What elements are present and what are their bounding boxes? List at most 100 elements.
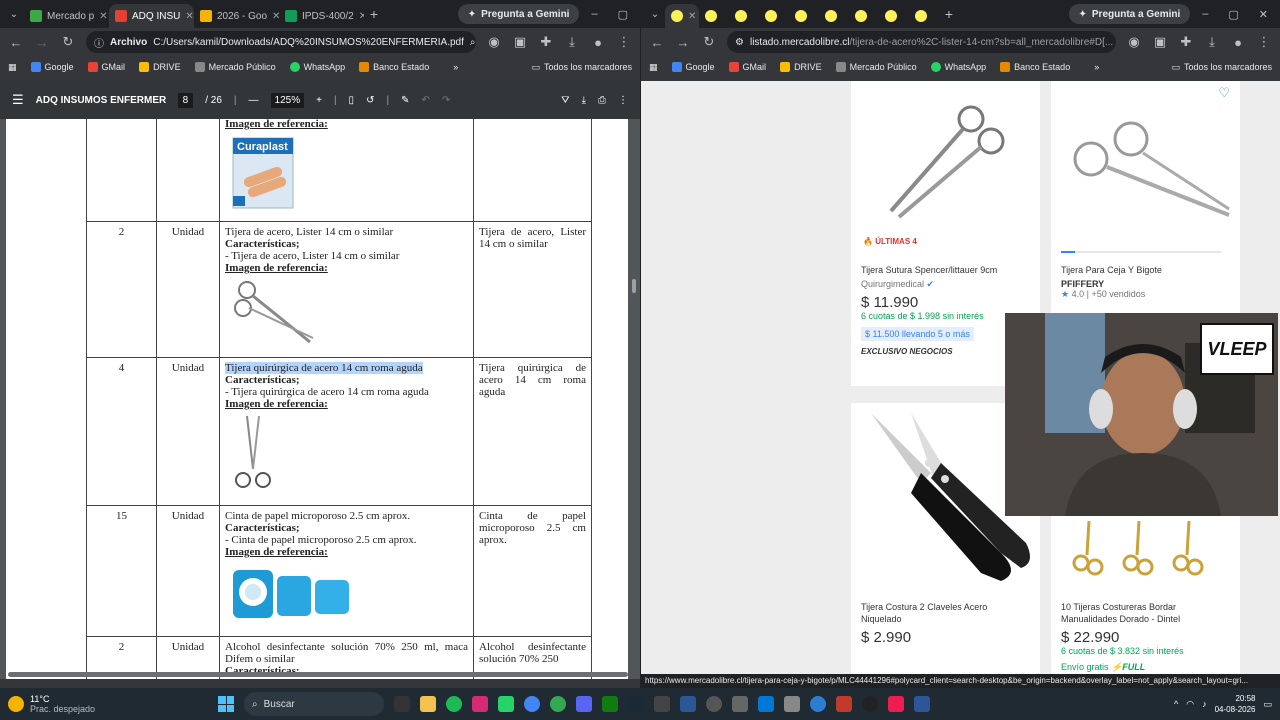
tiktok-icon[interactable]	[888, 696, 904, 712]
chrome-profile-icon[interactable]	[550, 696, 566, 712]
zoom-out-icon[interactable]: —	[249, 95, 259, 106]
extension-icon[interactable]: ◉	[1126, 34, 1142, 50]
volume-icon[interactable]: ♪	[1202, 699, 1207, 709]
all-bookmarks-folder[interactable]: ▭ Todos los marcadores	[531, 62, 632, 73]
more-options-icon[interactable]: ⋮	[618, 95, 628, 106]
app-icon[interactable]	[784, 696, 800, 712]
annotate-icon[interactable]: ✎	[401, 95, 409, 106]
new-tab-button[interactable]: +	[939, 6, 959, 22]
bookmark-google[interactable]: Google	[30, 62, 74, 72]
redo-icon[interactable]: ↷	[442, 95, 450, 106]
notifications-icon[interactable]: ▭	[1263, 699, 1272, 710]
product-title[interactable]: 10 Tijeras Costureras Bordar Manualidade…	[1061, 601, 1230, 625]
profile-avatar[interactable]: ●	[1230, 35, 1246, 50]
close-tab-icon[interactable]: ✕	[688, 11, 696, 22]
reload-icon[interactable]: ↻	[60, 34, 76, 50]
minimize-icon[interactable]: –	[1202, 8, 1208, 21]
tab-mercadolibre[interactable]	[819, 4, 849, 28]
menu-kebab-icon[interactable]: ⋮	[616, 34, 632, 50]
start-windows-icon[interactable]	[218, 696, 234, 712]
new-tab-button[interactable]: +	[364, 6, 384, 22]
download-pdf-icon[interactable]: ⤓	[582, 95, 586, 106]
app-icon[interactable]	[836, 696, 852, 712]
zoom-icon[interactable]: ⌕	[470, 37, 476, 48]
xbox-icon[interactable]	[602, 696, 618, 712]
download-icon[interactable]: ⤓	[564, 34, 580, 50]
tab-search-icon[interactable]: ⌄	[645, 9, 665, 20]
weather-widget[interactable]: 11°C Prac. despejado	[8, 694, 208, 714]
tab-mercadolibre[interactable]	[759, 4, 789, 28]
bookmark-mercado-publico[interactable]: Mercado Público	[194, 62, 276, 72]
apps-icon[interactable]: ▦	[649, 62, 658, 73]
product-title[interactable]: Tijera Sutura Spencer/littauer 9cm	[861, 264, 1030, 276]
bookmark-whatsapp[interactable]: WhatsApp	[289, 62, 345, 72]
wifi-icon[interactable]: ◠	[1186, 699, 1194, 710]
gemini-button[interactable]: ✦ Pregunta a Gemini	[1068, 4, 1191, 24]
close-tab-icon[interactable]: ✕	[272, 11, 279, 22]
fit-page-icon[interactable]: ▯	[349, 95, 355, 106]
profile-avatar[interactable]: ●	[590, 35, 606, 50]
epic-games-icon[interactable]	[654, 696, 670, 712]
close-tab-icon[interactable]: ✕	[99, 11, 107, 22]
apps-icon[interactable]: ▦	[8, 62, 17, 73]
tab-mercado[interactable]: Mercado p ✕	[24, 4, 109, 28]
task-view-icon[interactable]	[394, 696, 410, 712]
tab-2026-google[interactable]: 2026 - Goo ✕	[194, 4, 279, 28]
tab-mercadolibre-active[interactable]: ✕	[665, 4, 699, 28]
menu-kebab-icon[interactable]: ⋮	[1256, 34, 1272, 50]
tray-overflow-icon[interactable]: ^	[1174, 699, 1178, 709]
instagram-icon[interactable]	[472, 696, 488, 712]
forward-icon[interactable]: →	[34, 35, 50, 50]
tab-adq-insumos[interactable]: ADQ INSU ✕	[109, 4, 194, 28]
more-bookmarks-icon[interactable]: »	[453, 62, 458, 72]
bookmark-drive[interactable]: DRIVE	[139, 62, 181, 72]
print-icon[interactable]: ⎙	[598, 95, 606, 106]
highlighted-item-name[interactable]: Tijera quirúrgica de acero 14 cm roma ag…	[225, 362, 423, 374]
bookmark-banco-estado[interactable]: Banco Estado	[359, 62, 429, 72]
vertical-scrollbar-thumb[interactable]	[632, 279, 636, 293]
more-bookmarks-icon[interactable]: »	[1094, 62, 1099, 72]
app-icon[interactable]	[732, 696, 748, 712]
undo-icon[interactable]: ↶	[421, 95, 429, 106]
close-tab-icon[interactable]: ✕	[185, 11, 193, 22]
minimize-icon[interactable]: –	[591, 8, 597, 21]
favorite-heart-icon[interactable]: ♡	[1218, 85, 1230, 101]
tab-search-icon[interactable]: ⌄	[4, 9, 24, 20]
address-bar[interactable]: ⓘ Archivo C:/Users/kamil/Downloads/ADQ%2…	[86, 31, 476, 53]
product-card[interactable]: ♡ Tijera Para Ceja Y Bigote PFIFFERY ★ 4…	[1051, 81, 1240, 321]
pdf-viewport[interactable]: Imagen de referencia: Curaplast 2 Unidad…	[0, 119, 640, 679]
bookmark-drive[interactable]: DRIVE	[780, 62, 822, 72]
address-bar[interactable]: ⚙ listado.mercadolibre.cl/tijera-de-acer…	[727, 31, 1116, 53]
hamburger-menu-icon[interactable]: ☰	[12, 92, 24, 108]
app-icon[interactable]	[680, 696, 696, 712]
app-icon[interactable]	[706, 696, 722, 712]
file-explorer-icon[interactable]	[420, 696, 436, 712]
maximize-icon[interactable]: ▢	[1228, 8, 1238, 21]
tab-mercadolibre[interactable]	[879, 4, 909, 28]
product-image[interactable]: ♡	[1051, 81, 1240, 256]
steam-icon[interactable]	[628, 696, 644, 712]
extension-icon[interactable]: ◉	[486, 34, 502, 50]
bookmark-whatsapp[interactable]: WhatsApp	[930, 62, 986, 72]
tab-mercadolibre[interactable]	[729, 4, 759, 28]
back-icon[interactable]: ←	[649, 35, 665, 50]
bookmark-mercado-publico[interactable]: Mercado Público	[835, 62, 917, 72]
maximize-icon[interactable]: ▢	[618, 8, 628, 21]
zoom-input[interactable]: 125%	[270, 92, 305, 108]
tab-mercadolibre[interactable]	[789, 4, 819, 28]
rotate-icon[interactable]: ↺	[366, 95, 374, 106]
back-icon[interactable]: ←	[8, 35, 24, 50]
zoom-in-icon[interactable]: +	[316, 95, 322, 106]
product-title[interactable]: Tijera Para Ceja Y Bigote	[1061, 264, 1230, 276]
app-icon[interactable]	[810, 696, 826, 712]
page-number-input[interactable]: 8	[177, 92, 194, 108]
whatsapp-taskbar-icon[interactable]	[498, 696, 514, 712]
close-window-icon[interactable]: ✕	[1259, 8, 1268, 21]
download-icon[interactable]: ⤓	[1204, 34, 1220, 50]
spotify-icon[interactable]	[446, 696, 462, 712]
puzzle-icon[interactable]: ✚	[538, 34, 554, 50]
discord-icon[interactable]	[576, 696, 592, 712]
tab-mercadolibre[interactable]	[849, 4, 879, 28]
tab-ipds[interactable]: IPDS-400/2 ✕	[279, 4, 364, 28]
bookmark-gmail[interactable]: GMail	[728, 62, 766, 72]
